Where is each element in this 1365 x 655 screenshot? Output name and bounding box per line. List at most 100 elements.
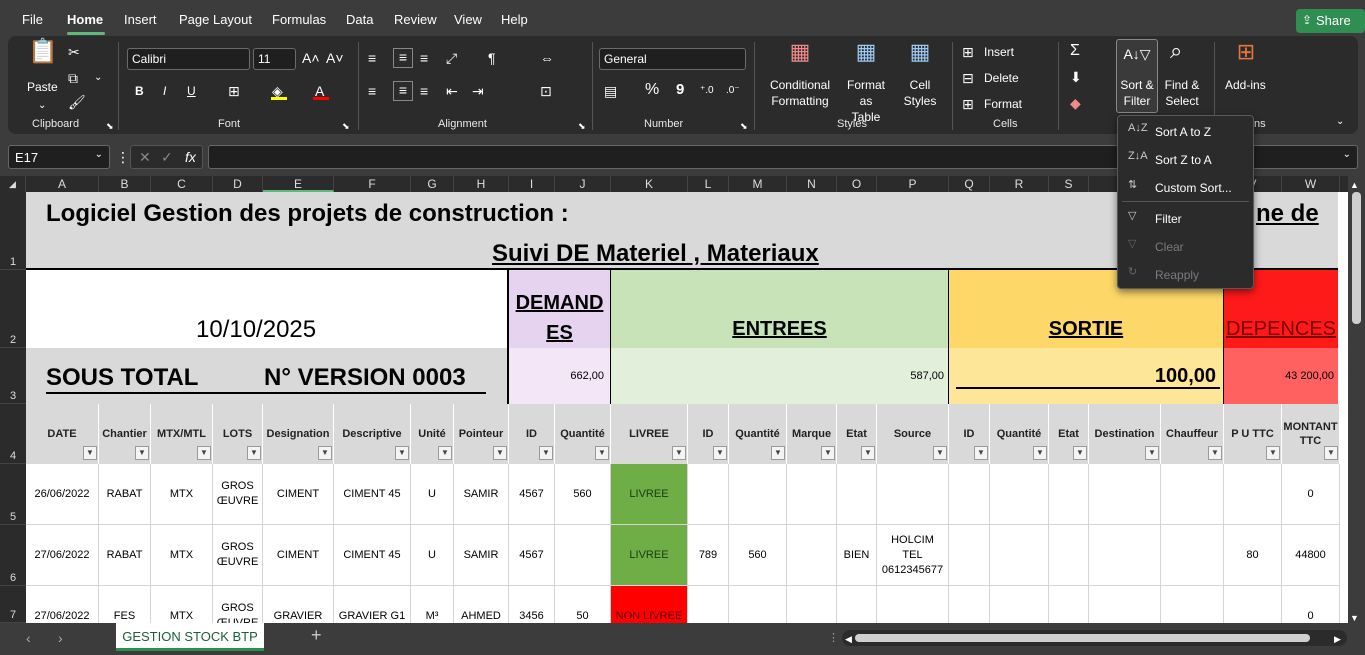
align-middle-icon[interactable]: ≡ xyxy=(393,48,413,68)
table-cell[interactable]: 0 xyxy=(1282,464,1340,525)
column-header-J[interactable]: J xyxy=(555,176,611,192)
column-header-R[interactable]: R xyxy=(990,176,1049,192)
table-cell[interactable]: 26/06/2022 xyxy=(26,464,99,525)
next-sheet-icon[interactable]: › xyxy=(58,630,63,646)
table-cell[interactable] xyxy=(1161,525,1224,586)
increase-font-icon[interactable]: A˄ xyxy=(302,50,320,66)
depences-total[interactable]: 43 200,00 xyxy=(1224,348,1338,404)
table-cell[interactable]: 4567 xyxy=(509,525,555,586)
table-cell[interactable]: 80 xyxy=(1224,525,1282,586)
conditional-formatting-button[interactable]: Conditional Formatting xyxy=(768,77,832,109)
filter-dropdown-icon[interactable]: ▼ xyxy=(1208,446,1222,460)
column-header-B[interactable]: B xyxy=(99,176,151,192)
table-cell[interactable] xyxy=(787,464,837,525)
paste-button[interactable]: Paste xyxy=(27,79,58,95)
table-cell[interactable]: CIMENT 45 xyxy=(334,464,411,525)
table-cell[interactable] xyxy=(1224,586,1282,623)
table-cell[interactable]: 4567 xyxy=(509,464,555,525)
table-cell[interactable] xyxy=(877,464,949,525)
table-cell[interactable] xyxy=(1049,586,1089,623)
table-cell[interactable] xyxy=(837,464,877,525)
table-cell[interactable]: SAMIR xyxy=(454,525,509,586)
livree-status-cell[interactable]: LIVREE xyxy=(611,525,688,586)
filter-dropdown-icon[interactable]: ▼ xyxy=(247,446,261,460)
format-cells-button[interactable]: Format xyxy=(984,96,1022,112)
table-cell[interactable] xyxy=(1224,464,1282,525)
column-header-D[interactable]: D xyxy=(213,176,263,192)
column-header-C[interactable]: C xyxy=(151,176,213,192)
table-cell[interactable]: GRAVIER G1 xyxy=(334,586,411,623)
fill-icon[interactable]: ⬇ xyxy=(1070,69,1082,85)
copy-dropdown-icon[interactable]: ⌄ xyxy=(94,70,102,86)
table-cell[interactable]: CIMENT xyxy=(263,464,334,525)
italic-button[interactable]: I xyxy=(163,83,166,99)
table-cell[interactable]: 27/06/2022 xyxy=(26,586,99,623)
scroll-right-icon[interactable]: ▶ xyxy=(1334,631,1341,647)
column-header-G[interactable]: G xyxy=(411,176,454,192)
underline-button[interactable]: U xyxy=(187,83,196,99)
column-header-N[interactable]: N xyxy=(787,176,837,192)
cancel-icon[interactable]: ✕ xyxy=(139,149,151,166)
column-header-L[interactable]: L xyxy=(688,176,729,192)
filter-dropdown-icon[interactable]: ▼ xyxy=(395,446,409,460)
table-cell[interactable] xyxy=(949,586,990,623)
table-cell[interactable] xyxy=(1089,586,1161,623)
tab-help[interactable]: Help xyxy=(501,12,528,27)
autosum-icon[interactable]: Σ xyxy=(1070,43,1080,59)
column-header-H[interactable]: H xyxy=(454,176,509,192)
column-header-A[interactable]: A xyxy=(26,176,99,192)
column-header-K[interactable]: K xyxy=(611,176,688,192)
collapse-ribbon-icon[interactable]: ⌄ xyxy=(1336,114,1344,130)
table-cell[interactable]: GROS ŒUVRE xyxy=(213,464,263,525)
table-cell[interactable]: MTX xyxy=(151,525,213,586)
table-cell[interactable] xyxy=(729,586,787,623)
filter-dropdown-icon[interactable]: ▼ xyxy=(318,446,332,460)
table-cell[interactable]: GROS ŒUVRE xyxy=(213,586,263,623)
table-cell[interactable]: FES xyxy=(99,586,151,623)
tab-view[interactable]: View xyxy=(454,12,482,27)
filter-dropdown-icon[interactable]: ▼ xyxy=(438,446,452,460)
table-cell[interactable]: RABAT xyxy=(99,525,151,586)
menu-item-custom-sort[interactable]: ⇅ Custom Sort... xyxy=(1118,174,1253,200)
align-bottom-icon[interactable]: ≡ xyxy=(420,50,428,66)
number-format-select[interactable]: General xyxy=(599,48,746,70)
dialog-launcher-icon[interactable]: ⬊ xyxy=(740,118,748,134)
scroll-up-icon[interactable]: ▲ xyxy=(1350,177,1359,193)
enter-icon[interactable]: ✓ xyxy=(161,149,173,166)
filter-dropdown-icon[interactable]: ▼ xyxy=(1324,446,1338,460)
comma-button[interactable]: 9 xyxy=(676,82,684,98)
table-cell[interactable]: RABAT xyxy=(99,464,151,525)
column-header-E[interactable]: E xyxy=(263,176,334,192)
orientation-icon[interactable]: ⤢ xyxy=(446,50,457,66)
format-as-table-icon[interactable]: ▦ xyxy=(852,41,880,70)
dialog-launcher-icon[interactable]: ⬊ xyxy=(342,118,350,134)
table-cell[interactable]: 50 xyxy=(555,586,611,623)
scroll-left-icon[interactable]: ◀ xyxy=(845,631,852,647)
tab-review[interactable]: Review xyxy=(394,12,437,27)
insert-function-button[interactable]: fx xyxy=(185,149,196,165)
add-ins-button[interactable]: Add-ins xyxy=(1225,77,1266,93)
merge-center-icon[interactable]: ⊡ xyxy=(540,83,552,99)
entrees-header[interactable]: ENTREES xyxy=(611,270,949,348)
table-cell[interactable]: CIMENT xyxy=(263,525,334,586)
filter-dropdown-icon[interactable]: ▼ xyxy=(672,446,686,460)
accounting-icon[interactable]: ▤ xyxy=(604,83,617,99)
decrease-indent-icon[interactable]: ⇤ xyxy=(446,83,458,99)
row-header-1[interactable]: 1 xyxy=(0,192,26,270)
tab-data[interactable]: Data xyxy=(346,12,373,27)
title-right[interactable]: ne de xyxy=(1256,200,1319,228)
align-left-icon[interactable]: ≡ xyxy=(368,83,376,99)
table-cell[interactable]: HOLCIM TEL 0612345677 xyxy=(877,525,949,586)
row-header-5[interactable]: 5 xyxy=(0,464,26,525)
borders-icon[interactable]: ⊞ xyxy=(228,83,240,99)
table-cell[interactable] xyxy=(1049,464,1089,525)
table-cell[interactable]: SAMIR xyxy=(454,464,509,525)
increase-indent-icon[interactable]: ⇥ xyxy=(472,83,484,99)
table-cell[interactable]: GROS ŒUVRE xyxy=(213,525,263,586)
table-cell[interactable]: 44800 xyxy=(1282,525,1340,586)
column-header-W[interactable]: W xyxy=(1282,176,1340,192)
table-cell[interactable]: U xyxy=(411,464,454,525)
filter-dropdown-icon[interactable]: ▼ xyxy=(861,446,875,460)
table-cell[interactable] xyxy=(1089,464,1161,525)
row-header-3[interactable]: 3 xyxy=(0,348,26,404)
